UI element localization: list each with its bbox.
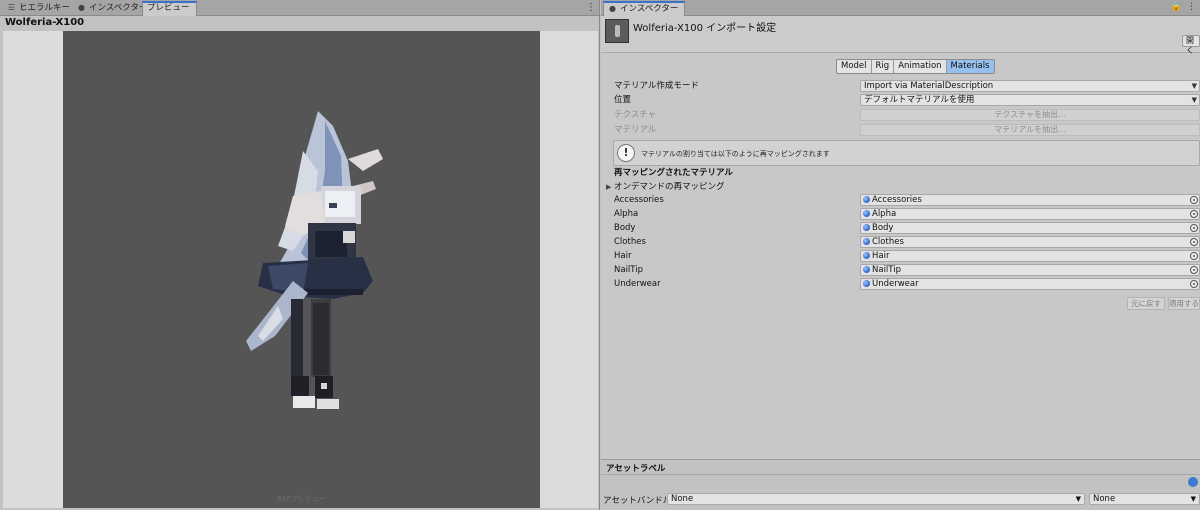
material-sphere-icon bbox=[863, 280, 870, 287]
asset-thumbnail bbox=[605, 19, 629, 43]
remap-row-label: Hair bbox=[614, 251, 632, 261]
open-button[interactable]: 開く bbox=[1182, 35, 1200, 55]
location-dropdown[interactable]: デフォルトマテリアルを使用 ▼ bbox=[860, 94, 1200, 106]
more-options-icon[interactable]: ⋮ bbox=[586, 2, 596, 14]
extract-textures-button[interactable]: テクスチャを抽出... bbox=[860, 109, 1200, 121]
asset-title: Wolferia-X100 インポート設定 bbox=[633, 23, 777, 34]
material-object-field[interactable]: Accessories bbox=[860, 194, 1200, 206]
object-picker-icon[interactable] bbox=[1190, 252, 1198, 260]
material-sphere-icon bbox=[863, 224, 870, 231]
asset-bundle-label: アセットバンドル bbox=[603, 496, 672, 506]
remap-row: Accessories Accessories bbox=[601, 194, 1200, 206]
remap-row-label: Clothes bbox=[614, 237, 646, 247]
info-message-box: ! マテリアルの割り当ては以下のように再マッピングされます bbox=[613, 140, 1200, 166]
location-label: 位置 bbox=[614, 95, 632, 105]
material-sphere-icon bbox=[863, 210, 870, 217]
remapped-header-row: 再マッピングされたマテリアル bbox=[601, 167, 1200, 179]
remap-row: Body Body bbox=[601, 222, 1200, 234]
inspector-panel: ● インスペクター 🔒 ⋮ Wolferia-X100 インポート設定 開く Mod… bbox=[601, 0, 1200, 510]
info-message: マテリアルの割り当ては以下のように再マッピングされます bbox=[641, 150, 830, 158]
preview-title: Wolferia-X100 bbox=[5, 17, 85, 28]
textures-row: テクスチャ テクスチャを抽出... bbox=[601, 109, 1200, 121]
model-preview-viewport[interactable]: BKPプレビュー bbox=[63, 31, 540, 508]
info-icon: ● bbox=[78, 3, 85, 12]
remapped-materials-header: 再マッピングされたマテリアル bbox=[614, 168, 733, 178]
tab-model[interactable]: Model bbox=[837, 60, 872, 73]
tab-materials[interactable]: Materials bbox=[946, 60, 994, 73]
materials-label: マテリアル bbox=[614, 125, 657, 135]
asset-labels-panel: アセットラベル アセットバンドル None ▼ None ▼ bbox=[601, 459, 1200, 510]
chevron-down-icon: ▼ bbox=[1191, 82, 1197, 90]
chevron-down-icon: ▼ bbox=[1190, 495, 1196, 503]
lock-icon[interactable]: 🔒 bbox=[1171, 2, 1182, 12]
materials-row: マテリアル マテリアルを抽出... bbox=[601, 124, 1200, 136]
material-sphere-icon bbox=[863, 266, 870, 273]
remap-row: Alpha Alpha bbox=[601, 208, 1200, 220]
tab-inspector-right[interactable]: ● インスペクター bbox=[603, 1, 686, 16]
material-creation-mode-dropdown[interactable]: Import via MaterialDescription ▼ bbox=[860, 80, 1200, 92]
tab-animation[interactable]: Animation bbox=[894, 60, 947, 73]
remap-row: Clothes Clothes bbox=[601, 236, 1200, 248]
asset-bundle-dropdown[interactable]: None ▼ bbox=[667, 493, 1085, 505]
chevron-down-icon: ▼ bbox=[1191, 96, 1197, 104]
tab-preview[interactable]: プレビュー bbox=[142, 1, 197, 16]
remap-row-label: Body bbox=[614, 223, 636, 233]
material-object-field[interactable]: Underwear bbox=[860, 278, 1200, 290]
material-creation-mode-label: マテリアル作成モード bbox=[614, 81, 699, 91]
remap-row-label: Alpha bbox=[614, 209, 639, 219]
asset-labels-title: アセットラベル bbox=[606, 464, 666, 474]
chevron-down-icon: ▼ bbox=[1075, 495, 1081, 503]
object-picker-icon[interactable] bbox=[1190, 210, 1198, 218]
preview-area: BKPプレビュー bbox=[3, 31, 598, 508]
material-sphere-icon bbox=[863, 196, 870, 203]
preview-caption: BKPプレビュー bbox=[277, 495, 326, 503]
object-picker-icon[interactable] bbox=[1190, 238, 1198, 246]
object-picker-icon[interactable] bbox=[1190, 224, 1198, 232]
remap-row: NailTip NailTip bbox=[601, 264, 1200, 276]
on-demand-row[interactable]: ▶ オンデマンドの再マッピング bbox=[601, 181, 1200, 193]
material-object-field[interactable]: Clothes bbox=[860, 236, 1200, 248]
divider bbox=[601, 474, 1200, 475]
right-tabbar: ● インスペクター 🔒 ⋮ bbox=[601, 0, 1200, 16]
extract-materials-button[interactable]: マテリアルを抽出... bbox=[860, 124, 1200, 136]
material-object-field[interactable]: Hair bbox=[860, 250, 1200, 262]
textures-label: テクスチャ bbox=[614, 110, 657, 120]
foldout-arrow-icon[interactable]: ▶ bbox=[606, 181, 611, 193]
material-object-field[interactable]: NailTip bbox=[860, 264, 1200, 276]
revert-button[interactable]: 元に戻す bbox=[1127, 297, 1165, 310]
material-creation-mode-row: マテリアル作成モード Import via MaterialDescriptio… bbox=[601, 80, 1200, 92]
location-row: 位置 デフォルトマテリアルを使用 ▼ bbox=[601, 94, 1200, 106]
remap-row-label: Accessories bbox=[614, 195, 664, 205]
material-object-field[interactable]: Alpha bbox=[860, 208, 1200, 220]
material-object-field[interactable]: Body bbox=[860, 222, 1200, 234]
object-picker-icon[interactable] bbox=[1190, 196, 1198, 204]
object-picker-icon[interactable] bbox=[1190, 280, 1198, 288]
more-options-icon[interactable]: ⋮ bbox=[1187, 2, 1196, 12]
apply-button[interactable]: 適用する bbox=[1168, 297, 1200, 310]
asset-header: Wolferia-X100 インポート設定 開く bbox=[601, 16, 1200, 55]
info-icon: ! bbox=[617, 144, 635, 162]
tab-hierarchy[interactable]: ☰ ヒエラルキー bbox=[3, 1, 76, 16]
remap-row-label: Underwear bbox=[614, 279, 661, 289]
remap-row: Underwear Underwear bbox=[601, 278, 1200, 290]
material-sphere-icon bbox=[863, 238, 870, 245]
tab-rig[interactable]: Rig bbox=[872, 60, 895, 73]
asset-variant-dropdown[interactable]: None ▼ bbox=[1089, 493, 1200, 505]
left-tabbar: ☰ ヒエラルキー ● インスペクター プレビュー ⋮ bbox=[0, 0, 599, 16]
material-sphere-icon bbox=[863, 252, 870, 259]
object-picker-icon[interactable] bbox=[1190, 266, 1198, 274]
info-icon: ● bbox=[609, 4, 616, 13]
remap-row: Hair Hair bbox=[601, 250, 1200, 262]
preview-panel: ☰ヒエラルキー ●インスペクター プレビュー ⋮ Wolferia-X100 bbox=[0, 0, 600, 510]
header-icons: 🔒 ⋮ bbox=[1166, 2, 1196, 12]
character-model-image bbox=[246, 111, 383, 409]
label-tag-icon[interactable] bbox=[1188, 477, 1198, 487]
remap-row-label: NailTip bbox=[614, 265, 643, 275]
list-icon: ☰ bbox=[7, 3, 16, 12]
import-tabs: Model Rig Animation Materials bbox=[836, 59, 995, 74]
on-demand-remap-label[interactable]: オンデマンドの再マッピング bbox=[614, 181, 725, 193]
